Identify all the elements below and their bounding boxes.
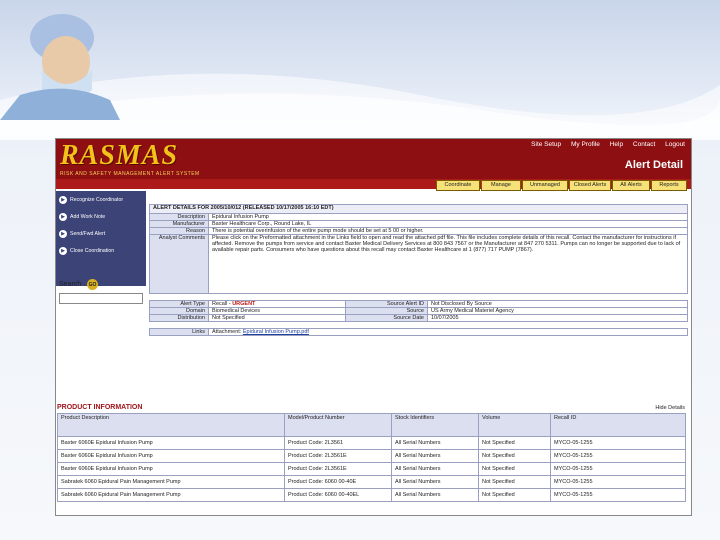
column-header: Stock Identifiers (391, 413, 479, 437)
product-table: Product Description Model/Product Number… (57, 413, 686, 502)
page-title: Alert Detail (624, 159, 683, 171)
analyst-comments: Please click on the Preformatted attachm… (208, 234, 688, 294)
alert-distribution: Not Specified (208, 314, 346, 322)
alert-source: US Army Medical Materiel Agency (427, 307, 688, 315)
tab-closed-alerts[interactable]: Closed Alerts (569, 180, 611, 191)
column-header: Model/Product Number (284, 413, 392, 437)
table-row: Sabratek 6060 Epidural Pain Management P… (57, 475, 686, 489)
table-row: Baxter 6060E Epidural Infusion Pump Produ… (57, 462, 686, 476)
column-header: Product Description (57, 413, 285, 437)
column-header: Volume (478, 413, 551, 437)
tab-coordinate[interactable]: Coordinate (436, 180, 480, 191)
sidebar-item-recognize[interactable]: ▶ Recognize Coordinator (56, 191, 146, 208)
alert-detail-table: ALERT DETAILS FOR 2005/10/012 (RELEASED … (149, 204, 688, 294)
alert-source-date: 10/07/2005 (427, 314, 688, 322)
attachment-link[interactable]: Epidural Infusion Pump.pdf (243, 329, 309, 335)
arrow-icon: ▶ (59, 195, 67, 204)
arrow-icon: ▶ (59, 246, 67, 255)
table-row: Sabratek 6060 Epidural Pain Management P… (57, 488, 686, 502)
sidebar: ▶ Recognize Coordinator ▶ Add Work Note ▶ S… (56, 191, 146, 286)
tab-all-alerts[interactable]: All Alerts (612, 180, 650, 191)
alert-reason: There is potential overinfusion of the e… (208, 227, 688, 235)
alert-meta-table: Alert Type Recall - URGENT Source Alert … (149, 300, 688, 322)
source-alert-id: Not Disclosed By Source (427, 300, 688, 308)
tab-bar: Coordinate Manage Unmanaged Closed Alert… (435, 180, 687, 191)
urgent-badge: URGENT (232, 301, 256, 307)
search-label: Search (59, 281, 82, 288)
search-input[interactable] (59, 293, 143, 304)
arrow-icon: ▶ (59, 212, 67, 221)
sidebar-item-send-alert[interactable]: ▶ Send/Fwd Alert (56, 225, 146, 242)
tab-reports[interactable]: Reports (651, 180, 687, 191)
alert-header: ALERT DETAILS FOR 2005/10/012 (RELEASED … (149, 204, 688, 214)
column-header: Recall ID (550, 413, 686, 437)
application-screenshot: RASMAS RISK AND SAFETY MANAGEMENT ALERT … (55, 138, 692, 516)
search-go-button[interactable]: GO (87, 279, 98, 290)
tab-manage[interactable]: Manage (481, 180, 521, 191)
contact-link[interactable]: Contact (633, 141, 655, 148)
site-setup-link[interactable]: Site Setup (531, 141, 561, 148)
app-header: RASMAS RISK AND SAFETY MANAGEMENT ALERT … (56, 139, 691, 179)
logout-link[interactable]: Logout (665, 141, 685, 148)
links-table: Links Attachment: Epidural Infusion Pump… (149, 328, 688, 336)
help-link[interactable]: Help (610, 141, 623, 148)
sidebar-item-add-work-note[interactable]: ▶ Add Work Note (56, 208, 146, 225)
sidebar-item-close-coordination[interactable]: ▶ Close Coordination (56, 242, 146, 259)
alert-description: Epidural Infusion Pump (208, 213, 688, 221)
my-profile-link[interactable]: My Profile (571, 141, 600, 148)
rasmas-logo: RASMAS (60, 140, 179, 171)
hide-details-link[interactable]: Hide Details (655, 405, 685, 411)
table-row: Baxter 6060E Epidural Infusion Pump Produ… (57, 436, 686, 450)
arrow-icon: ▶ (59, 229, 67, 238)
tab-unmanaged[interactable]: Unmanaged (522, 180, 568, 191)
table-row: Baxter 6060E Epidural Infusion Pump Produ… (57, 449, 686, 463)
alert-manufacturer: Baxter Healthcare Corp., Round Lake, IL (208, 220, 688, 228)
surgeon-image (0, 14, 120, 120)
product-information-title: PRODUCT INFORMATION (57, 404, 143, 411)
alert-domain: Biomedical Devices (208, 307, 346, 315)
alert-details-panel: ALERT DETAILS FOR 2005/10/012 (RELEASED … (149, 204, 688, 336)
top-links: Site Setup My Profile Help Contact Logou… (523, 141, 685, 148)
app-tagline: RISK AND SAFETY MANAGEMENT ALERT SYSTEM (60, 171, 200, 177)
